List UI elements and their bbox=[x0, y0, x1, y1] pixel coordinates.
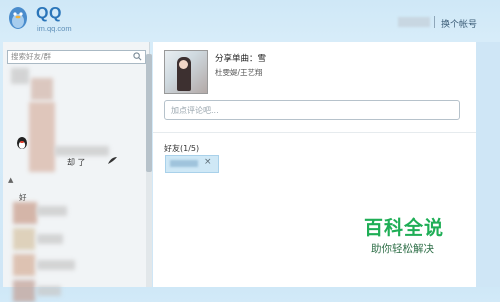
blurred-avatar bbox=[13, 254, 35, 276]
watermark-subtitle: 助你轻松解决 bbox=[371, 243, 434, 255]
blurred-name-block bbox=[37, 206, 67, 216]
logo-subtitle: im.qq.com bbox=[37, 24, 72, 33]
account-name-blurred bbox=[398, 17, 430, 27]
selected-friend-chip: × bbox=[165, 155, 219, 173]
blurred-status-text bbox=[55, 146, 109, 156]
group-collapse-arrow-icon[interactable]: ▲ bbox=[8, 176, 13, 184]
switch-account-link[interactable]: 换个帐号 bbox=[441, 17, 477, 30]
search-placeholder: 搜索好友/群 bbox=[11, 52, 52, 61]
feather-icon bbox=[108, 157, 117, 164]
blurred-avatar bbox=[13, 280, 35, 302]
blurred-avatar bbox=[31, 78, 53, 100]
top-bar: QQ im.qq.com 换个帐号 bbox=[0, 0, 500, 42]
album-cover bbox=[164, 50, 208, 94]
share-song-title: 分享单曲：雪 bbox=[215, 54, 267, 64]
friend-name-blurred: 却 了 bbox=[67, 158, 86, 167]
friend-list-scrollbar-thumb[interactable] bbox=[146, 54, 152, 172]
blurred-name-block bbox=[37, 260, 75, 270]
remove-friend-close-icon[interactable]: × bbox=[204, 157, 212, 167]
comment-input[interactable]: 加点评论吧... bbox=[164, 100, 460, 120]
friend-search-input[interactable]: 搜索好友/群 bbox=[7, 50, 146, 64]
blurred-avatar bbox=[13, 202, 37, 224]
logo-title: QQ bbox=[36, 5, 62, 22]
watermark-title: 百科全说 bbox=[364, 217, 445, 239]
qq-avatar-icon bbox=[17, 137, 27, 149]
blurred-avatar bbox=[13, 228, 35, 250]
account-separator bbox=[434, 16, 435, 28]
selected-friend-name-blurred bbox=[170, 160, 198, 167]
blurred-name-block bbox=[37, 286, 61, 296]
blurred-name-block bbox=[29, 102, 55, 172]
blurred-name-block bbox=[37, 234, 63, 244]
search-icon[interactable] bbox=[133, 52, 142, 61]
divider bbox=[153, 132, 476, 133]
share-song-artist: 杜雯媞/王艺翔 bbox=[215, 68, 263, 77]
comment-placeholder: 加点评论吧... bbox=[171, 106, 219, 115]
selected-friends-label: 好友(1/5) bbox=[164, 144, 200, 153]
blurred-avatar bbox=[11, 68, 29, 84]
right-background-strip bbox=[476, 42, 500, 287]
qq-penguin-logo-icon bbox=[9, 7, 27, 29]
cover-face bbox=[179, 60, 188, 69]
friend-list-panel: 搜索好友/群 却 了 ▲ 好 bbox=[3, 42, 150, 302]
